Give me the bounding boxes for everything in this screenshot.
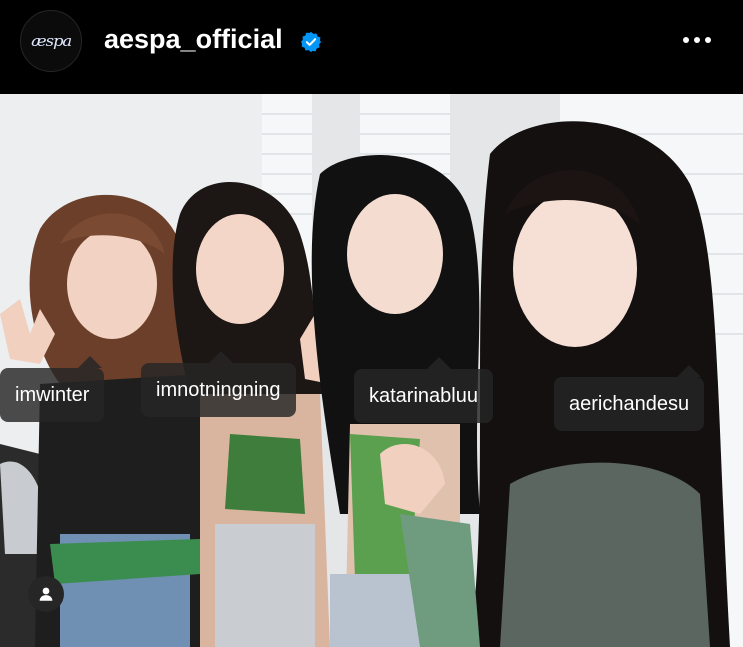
tag-label: katarinabluu [369,385,478,407]
user-tag-katarinabluu[interactable]: katarinabluu [354,357,493,423]
post-header: æspa aespa_official [0,0,743,94]
post-photo[interactable]: imwinter imnotningning katarinabluu aeri… [0,94,743,647]
tag-label: imwinter [15,384,90,406]
profile-avatar[interactable]: æspa [20,10,82,72]
user-tag-imwinter[interactable]: imwinter [0,356,105,422]
tagged-users-icon[interactable] [28,576,64,612]
more-options-icon[interactable] [683,30,717,50]
user-tag-aerichandesu[interactable]: aerichandesu [554,365,705,431]
person-icon [39,587,53,601]
username[interactable]: aespa_official [104,24,283,55]
tag-label: imnotningning [156,379,281,401]
user-tag-imnotningning[interactable]: imnotningning [141,351,296,417]
avatar-logo: æspa [31,32,72,50]
tag-label: aerichandesu [569,393,690,415]
verified-badge-icon [300,31,322,53]
